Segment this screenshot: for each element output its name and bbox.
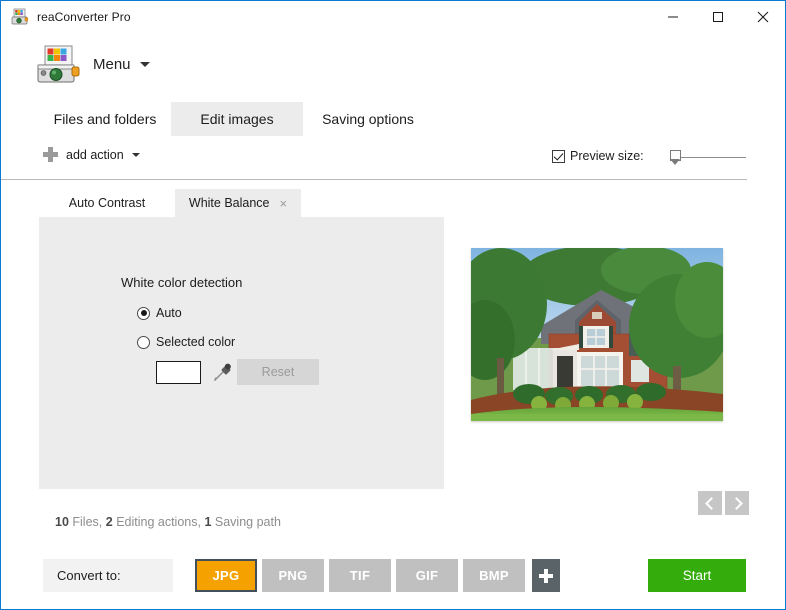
plus-icon [539,568,553,583]
close-icon[interactable]: × [280,197,288,210]
eyedropper-icon[interactable] [211,360,233,384]
tab-label: Edit images [200,111,274,127]
format-button-bmp[interactable]: BMP [463,559,525,592]
section-divider [1,179,747,180]
preview-size-checkbox[interactable] [552,149,565,163]
paths-count: 1 [204,515,212,529]
app-logo-icon [37,45,81,85]
plus-icon [43,147,58,162]
paths-label: Saving path [214,515,281,529]
subtab-label: Auto Contrast [68,196,146,210]
preview-size-control[interactable]: Preview size: [552,149,644,163]
chevron-left-icon [704,496,718,510]
add-action-label: add action [66,147,124,162]
previous-image-button[interactable] [698,491,722,515]
files-label: Files, [72,515,103,529]
format-label: GIF [415,568,439,583]
title-bar: reaConverter Pro [1,1,785,32]
window-controls [650,1,785,32]
chevron-right-icon [729,496,743,510]
format-label: JPG [212,568,240,583]
format-label: PNG [278,568,308,583]
subtab-label: White Balance [188,196,270,210]
tab-label: Saving options [322,111,414,127]
app-window: reaConverter Pro Menu Files and folders … [0,0,786,610]
add-format-button[interactable] [532,559,560,592]
tab-label: Files and folders [53,111,157,127]
radio-label: Auto [156,306,182,320]
format-button-gif[interactable]: GIF [396,559,458,592]
convert-to-text: Convert to: [57,568,121,583]
reset-button[interactable]: Reset [237,359,319,385]
start-label: Start [682,568,712,583]
menu-button[interactable]: Menu [89,54,154,75]
radio-button[interactable] [137,306,150,320]
preview-size-slider[interactable] [669,150,746,166]
white-balance-options-panel: White color detection Auto Selected colo… [39,217,444,489]
slider-track [678,157,746,158]
actions-label: Editing actions, [116,515,201,529]
preview-size-label: Preview size: [570,149,644,163]
maximize-button[interactable] [695,1,740,32]
subtab-white-balance[interactable]: White Balance × [175,189,301,217]
tab-edit-images[interactable]: Edit images [171,102,303,136]
menu-row: Menu [1,32,785,98]
menu-label: Menu [93,56,131,73]
window-title: reaConverter Pro [37,9,131,24]
radio-label: Selected color [156,335,236,349]
color-swatch[interactable] [156,361,201,384]
subtab-auto-contrast[interactable]: Auto Contrast [39,189,175,217]
radio-button[interactable] [137,335,150,349]
start-button[interactable]: Start [648,559,746,592]
chevron-down-icon [139,62,150,67]
group-title: White color detection [121,275,243,290]
tab-saving-options[interactable]: Saving options [306,102,430,136]
radio-auto[interactable]: Auto [137,306,182,320]
app-scanner-icon [11,8,29,26]
chevron-down-icon [131,152,140,157]
slider-thumb[interactable] [669,150,681,165]
add-action-button[interactable]: add action [43,147,140,162]
status-summary: 10 Files, 2 Editing actions, 1 Saving pa… [55,515,281,529]
next-image-button[interactable] [725,491,749,515]
preview-image [471,248,723,421]
files-count: 10 [55,515,69,529]
close-button[interactable] [740,1,785,32]
format-label: TIF [349,568,371,583]
format-button-png[interactable]: PNG [262,559,324,592]
reset-label: Reset [261,365,295,379]
main-tab-bar: Files and folders Edit images Saving opt… [1,102,785,136]
format-button-tif[interactable]: TIF [329,559,391,592]
actions-count: 2 [105,515,113,529]
format-button-jpg[interactable]: JPG [195,559,257,592]
convert-to-label: Convert to: [43,559,173,592]
format-label: BMP [479,568,509,583]
tab-files-and-folders[interactable]: Files and folders [39,102,171,136]
radio-selected-color[interactable]: Selected color [137,335,235,349]
minimize-button[interactable] [650,1,695,32]
